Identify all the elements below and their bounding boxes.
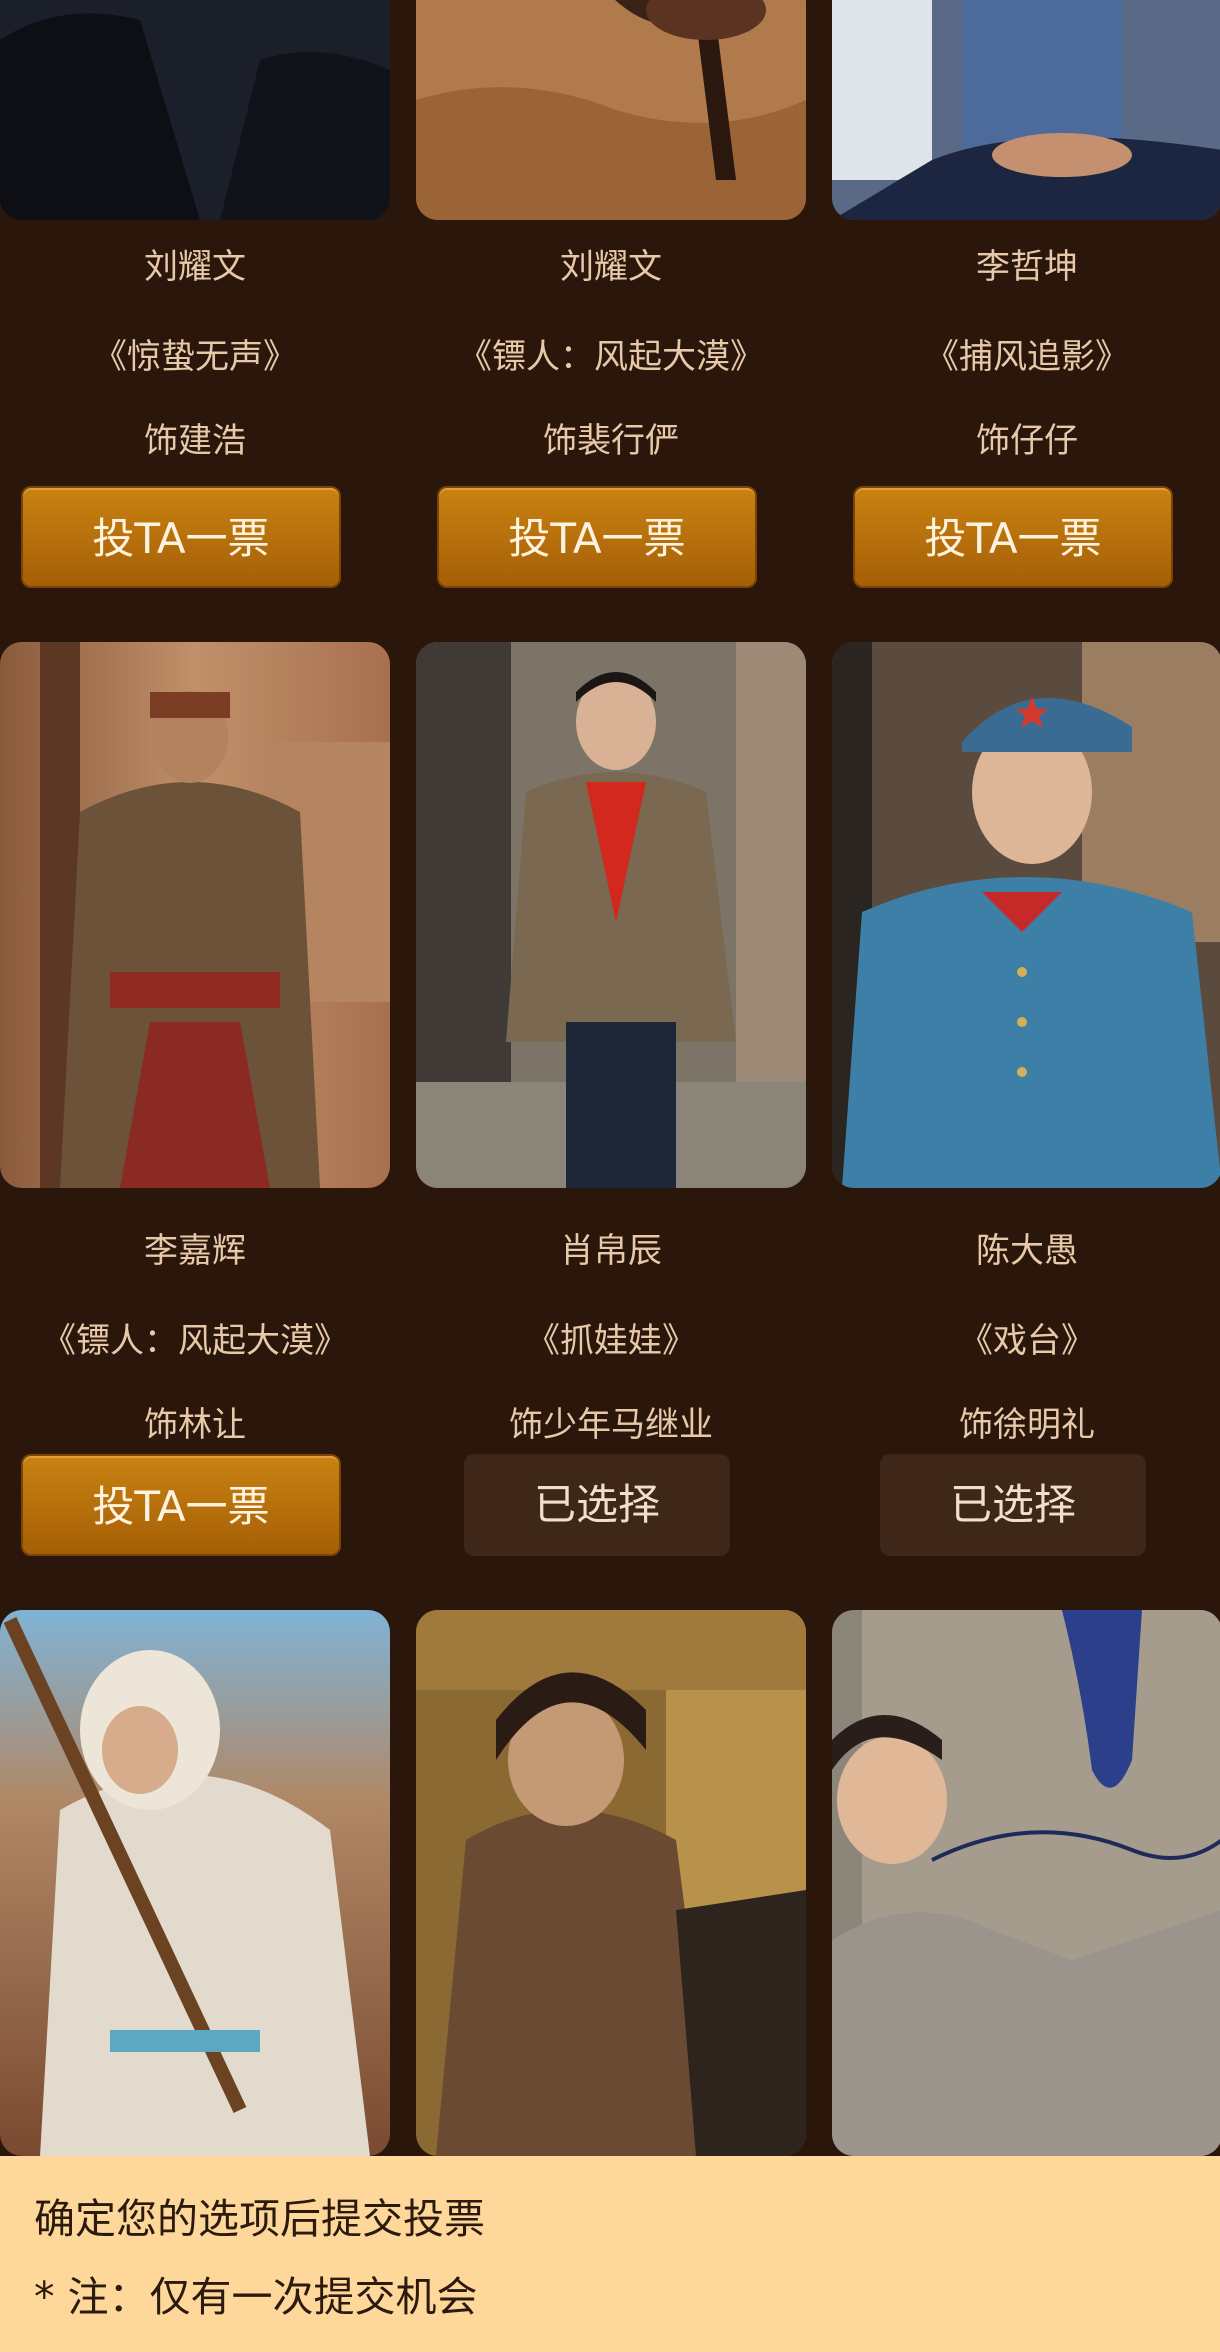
actor-card: 刘耀文 《惊蛰无声》 饰建浩 投TA一票 <box>0 0 390 600</box>
vote-page: 刘耀文 《惊蛰无声》 饰建浩 投TA一票 刘耀文 《镖人：风起大漠》 饰裴行俨 … <box>0 0 1220 2352</box>
film-title: 《戏台》 <box>959 1321 1095 1361</box>
actor-card: 陈大愚 《戏台》 饰徐明礼 已选择 <box>832 642 1220 1562</box>
submit-instruction: 确定您的选项后提交投票 <box>34 2195 485 2243</box>
actor-card: 李嘉辉 《镖人：风起大漠》 饰林让 投TA一票 <box>0 642 390 1562</box>
actor-photo[interactable] <box>0 642 390 1188</box>
actor-photo[interactable] <box>0 1610 390 2156</box>
actor-name: 刘耀文 <box>560 247 662 287</box>
actor-card: 李哲坤 《捕风追影》 饰仔仔 投TA一票 <box>832 0 1220 600</box>
actor-photo[interactable] <box>832 0 1220 220</box>
film-title: 《捕风追影》 <box>925 337 1129 377</box>
actor-photo[interactable] <box>416 0 806 220</box>
actor-name: 李哲坤 <box>976 247 1078 287</box>
role-name: 饰少年马继业 <box>509 1405 713 1445</box>
submit-note: * 注：仅有一次提交机会 <box>34 2273 478 2321</box>
submit-notice: 确定您的选项后提交投票 * 注：仅有一次提交机会 <box>0 2156 1220 2352</box>
actor-card: 刘耀文 《镖人：风起大漠》 饰裴行俨 投TA一票 <box>416 0 806 600</box>
selected-button[interactable]: 已选择 <box>464 1454 730 1556</box>
actor-name: 刘耀文 <box>144 247 246 287</box>
role-name: 饰建浩 <box>144 421 246 461</box>
film-title: 《抓娃娃》 <box>526 1321 696 1361</box>
actor-card: 肖帛辰 《抓娃娃》 饰少年马继业 已选择 <box>416 642 806 1562</box>
actor-photo[interactable] <box>832 1610 1220 2156</box>
vote-button[interactable]: 投TA一票 <box>21 486 341 588</box>
role-name: 饰徐明礼 <box>959 1405 1095 1445</box>
actor-photo[interactable] <box>416 642 806 1188</box>
actor-name: 李嘉辉 <box>144 1231 246 1271</box>
role-name: 饰林让 <box>144 1405 246 1445</box>
selected-button[interactable]: 已选择 <box>880 1454 1146 1556</box>
role-name: 饰裴行俨 <box>543 421 679 461</box>
film-title: 《镖人：风起大漠》 <box>42 1321 348 1361</box>
vote-button[interactable]: 投TA一票 <box>21 1454 341 1556</box>
actor-photo[interactable] <box>416 1610 806 2156</box>
vote-button[interactable]: 投TA一票 <box>853 486 1173 588</box>
film-title: 《镖人：风起大漠》 <box>458 337 764 377</box>
vote-button[interactable]: 投TA一票 <box>437 486 757 588</box>
actor-name: 陈大愚 <box>976 1231 1078 1271</box>
actor-photo[interactable] <box>0 0 390 220</box>
actor-photo[interactable] <box>832 642 1220 1188</box>
actor-name: 肖帛辰 <box>560 1231 662 1271</box>
role-name: 饰仔仔 <box>976 421 1078 461</box>
film-title: 《惊蛰无声》 <box>93 337 297 377</box>
